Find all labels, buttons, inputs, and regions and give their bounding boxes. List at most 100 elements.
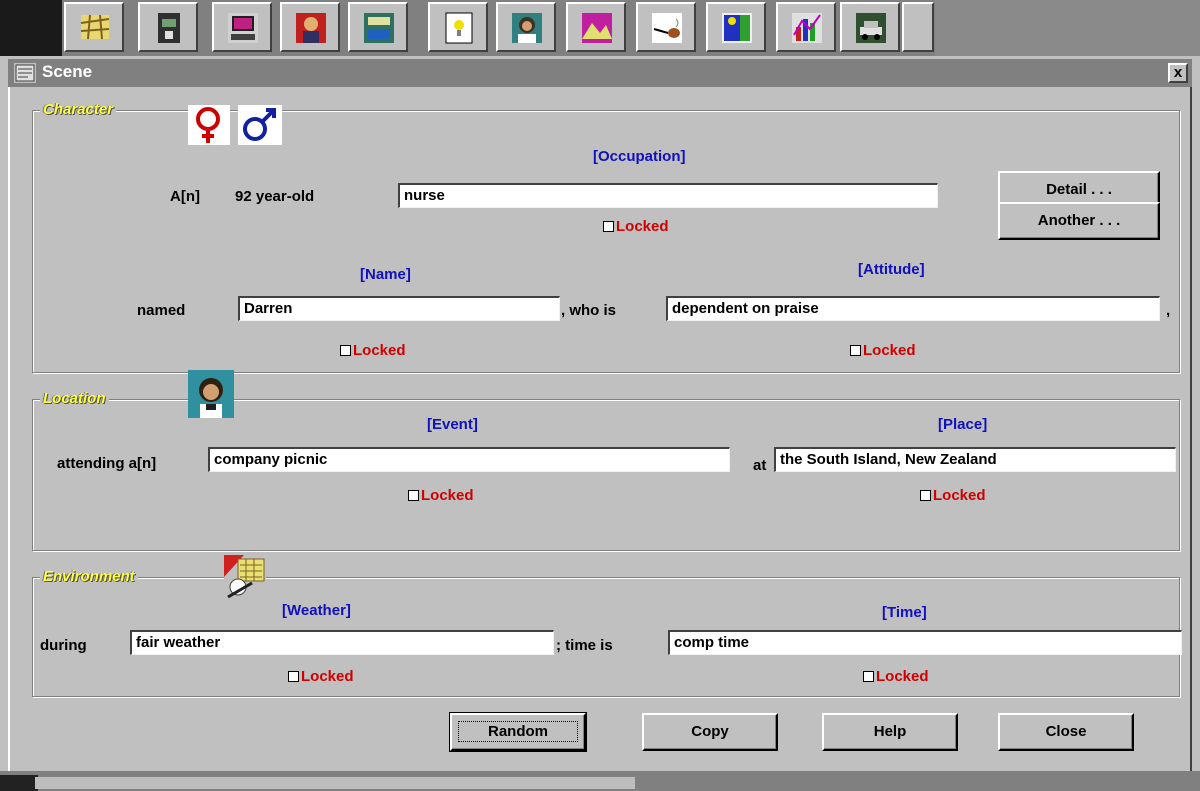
toolbar-fill (935, 0, 1200, 56)
pipe-icon (652, 13, 682, 43)
help-button[interactable]: Help (822, 713, 958, 751)
chart-icon (792, 13, 822, 43)
close-button-label: Close (1045, 723, 1087, 740)
weather-icon[interactable] (224, 555, 266, 601)
weather-locked-box[interactable] (288, 671, 299, 682)
mountain-icon (582, 13, 612, 43)
attitude-input[interactable]: dependent on praise (666, 296, 1160, 321)
toolbar-edge (0, 0, 62, 56)
male-symbol-icon[interactable] (238, 105, 282, 145)
occupation-locked-label: Locked (616, 218, 669, 235)
environment-legend: Environment (40, 568, 138, 585)
time-is-label: ; time is (556, 637, 613, 654)
named-label: named (137, 302, 186, 319)
attitude-locked-checkbox[interactable]: Locked (850, 342, 916, 359)
close-button[interactable]: Close (998, 713, 1134, 751)
place-locked-label: Locked (933, 487, 986, 504)
another-button[interactable]: Another . . . (998, 202, 1160, 240)
portrait-tool-button[interactable] (496, 2, 556, 52)
computer-icon (228, 13, 258, 43)
toolbar-spacer (902, 2, 934, 52)
calculator-icon (364, 13, 394, 43)
article-label: A[n] (170, 188, 200, 205)
place-header: [Place] (938, 416, 988, 433)
window-close-button[interactable]: x (1168, 63, 1188, 83)
during-label: during (40, 637, 87, 654)
random-button-focus: Random (452, 715, 584, 748)
at-label: at (753, 457, 767, 474)
phone-icon (158, 13, 180, 43)
person-tool-button[interactable] (280, 2, 340, 52)
event-locked-box[interactable] (408, 490, 419, 501)
event-locked-checkbox[interactable]: Locked (408, 487, 474, 504)
phone-tool-button[interactable] (138, 2, 198, 52)
scene-dialog: Character [Occupation] A[n] 92 year-old … (8, 87, 1192, 771)
person-portrait-icon (296, 13, 326, 43)
landscape-tool-button[interactable] (566, 2, 626, 52)
toolbar (0, 0, 1200, 56)
occupation-locked-box[interactable] (603, 221, 614, 232)
attitude-locked-box[interactable] (850, 345, 861, 356)
computer-tool-button[interactable] (212, 2, 272, 52)
time-locked-box[interactable] (863, 671, 874, 682)
place-locked-checkbox[interactable]: Locked (920, 487, 986, 504)
event-locked-label: Locked (421, 487, 474, 504)
weather-header: [Weather] (282, 602, 351, 619)
map-icon (80, 14, 110, 40)
event-input[interactable]: company picnic (208, 447, 730, 472)
name-header: [Name] (360, 266, 411, 283)
pipe-tool-button[interactable] (636, 2, 696, 52)
time-input[interactable]: comp time (668, 630, 1182, 655)
female-symbol-icon[interactable] (188, 105, 230, 145)
portrait-location-icon[interactable] (188, 370, 234, 418)
another-button-label: Another . . . (1037, 212, 1121, 229)
time-locked-label: Locked (876, 668, 929, 685)
place-input[interactable]: the South Island, New Zealand (774, 447, 1176, 472)
scene-window-icon (14, 63, 36, 83)
portrait-icon (512, 13, 542, 43)
attitude-period: , (1166, 302, 1171, 319)
figure-tool-button[interactable] (706, 2, 766, 52)
car-tool-button[interactable] (840, 2, 900, 52)
horizontal-scrollbar[interactable] (35, 777, 635, 789)
help-button-label: Help (873, 723, 907, 740)
car-icon (856, 13, 886, 43)
location-legend: Location (40, 390, 109, 407)
calculator-tool-button[interactable] (348, 2, 408, 52)
attending-label: attending a[n] (57, 455, 157, 472)
lightbulb-icon (445, 12, 473, 44)
figure-icon (722, 13, 752, 43)
name-locked-box[interactable] (340, 345, 351, 356)
time-header: [Time] (882, 604, 927, 621)
event-header: [Event] (427, 416, 478, 433)
weather-locked-checkbox[interactable]: Locked (288, 668, 354, 685)
name-locked-checkbox[interactable]: Locked (340, 342, 406, 359)
weather-input[interactable]: fair weather (130, 630, 554, 655)
location-group (32, 399, 1180, 551)
window-title-bar[interactable]: Scene x (8, 59, 1192, 87)
idea-tool-button[interactable] (428, 2, 488, 52)
time-locked-checkbox[interactable]: Locked (863, 668, 929, 685)
random-button[interactable]: Random (449, 712, 587, 752)
copy-button[interactable]: Copy (642, 713, 778, 751)
occupation-locked-checkbox[interactable]: Locked (603, 218, 669, 235)
copy-button-label: Copy (691, 723, 729, 740)
attitude-header: [Attitude] (858, 261, 925, 278)
attitude-locked-label: Locked (863, 342, 916, 359)
name-input[interactable]: Darren (238, 296, 560, 321)
occupation-input[interactable]: nurse (398, 183, 938, 208)
bottom-bar-edge (0, 775, 38, 791)
place-locked-box[interactable] (920, 490, 931, 501)
weather-locked-label: Locked (301, 668, 354, 685)
window-title: Scene (42, 62, 93, 81)
detail-button-label: Detail . . . (1046, 181, 1112, 198)
bottom-bar (0, 771, 1200, 791)
character-legend: Character (40, 101, 117, 118)
random-button-label: Random (488, 723, 548, 740)
age-label: 92 year-old (235, 188, 315, 205)
chart-tool-button[interactable] (776, 2, 836, 52)
name-locked-label: Locked (353, 342, 406, 359)
occupation-header: [Occupation] (593, 148, 686, 165)
who-is-label: , who is (561, 302, 617, 319)
map-tool-button[interactable] (64, 2, 124, 52)
